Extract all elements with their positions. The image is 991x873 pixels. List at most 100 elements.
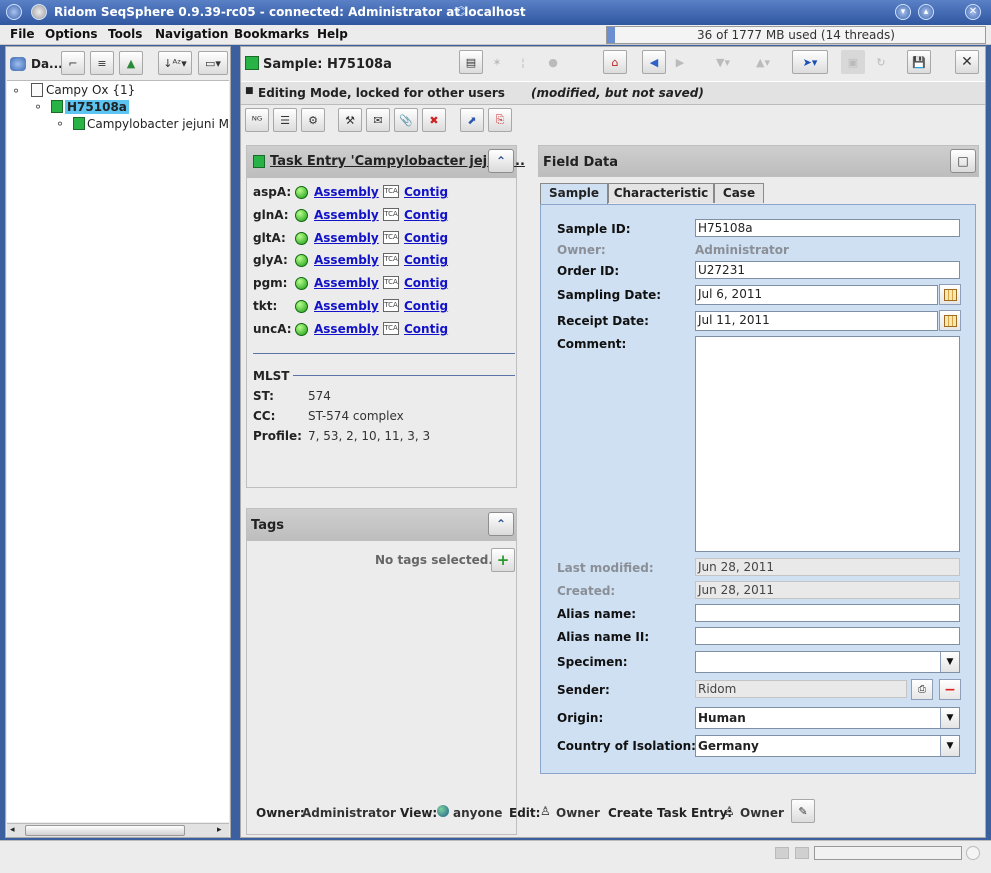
contig-file-icon: TCA	[383, 253, 399, 267]
close-editor-icon[interactable]: ✕	[955, 50, 979, 74]
scroll-left-icon[interactable]: ◂	[10, 825, 15, 835]
tree-expand-icon[interactable]: ⚬	[11, 84, 21, 98]
memory-fill	[607, 27, 615, 43]
contig-link[interactable]: Contig	[404, 299, 448, 313]
chevron-down-icon[interactable]: ▼	[940, 652, 959, 672]
close-icon[interactable]: ✕	[965, 4, 981, 20]
collapse-icon[interactable]: ⌃	[488, 149, 514, 173]
menu-tools[interactable]: Tools	[108, 27, 142, 41]
sample-icon	[245, 56, 259, 70]
export-icon[interactable]: ⬈	[460, 108, 484, 132]
back-icon[interactable]: ◀	[642, 50, 666, 74]
edit-permissions-icon[interactable]: ✎	[791, 799, 815, 823]
list-edit-icon[interactable]: ☰	[273, 108, 297, 132]
database-stack-icon[interactable]: ▲	[119, 51, 143, 75]
contig-link[interactable]: Contig	[404, 276, 448, 290]
ngs-icon[interactable]: ᴺᴳ	[245, 108, 269, 132]
assembly-link[interactable]: Assembly	[314, 276, 379, 290]
collapse-icon[interactable]: ⌃	[488, 512, 514, 536]
assembly-link[interactable]: Assembly	[314, 299, 379, 313]
comment-icon[interactable]: ✉	[366, 108, 390, 132]
sampling-date-input[interactable]: Jul 6, 2011	[695, 285, 938, 305]
tab-characteristic[interactable]: Characteristic	[608, 183, 714, 203]
tree-hscrollbar[interactable]: ◂ ▸	[7, 823, 229, 837]
cc-label: CC:	[253, 409, 276, 423]
remove-sender-icon[interactable]: −	[939, 679, 961, 700]
st-label: ST:	[253, 389, 274, 403]
assembly-link[interactable]: Assembly	[314, 185, 379, 199]
task-icon-btn[interactable]: ▤	[459, 50, 483, 74]
minimize-icon[interactable]: ▾	[895, 4, 911, 20]
alias2-input[interactable]	[695, 627, 960, 645]
pdf-icon[interactable]: ⎘	[488, 108, 512, 132]
tree-sample[interactable]: H75108a	[65, 100, 129, 114]
assembly-link[interactable]: Assembly	[314, 208, 379, 222]
task-entry-title[interactable]: Task Entry 'Campylobacter jejuni...	[270, 154, 525, 169]
sample-id-input[interactable]: H75108a	[695, 219, 960, 237]
user-icon: ♙	[724, 804, 735, 818]
origin-select[interactable]: Human ▼	[695, 707, 960, 729]
field-data-title: Field Data	[543, 155, 618, 170]
maximize-icon[interactable]: ▴	[918, 4, 934, 20]
add-tag-icon[interactable]: +	[491, 548, 515, 572]
database-tab-label[interactable]: Da...	[31, 57, 63, 71]
memory-indicator[interactable]: 36 of 1777 MB used (14 threads)	[606, 26, 986, 44]
calendar-icon[interactable]	[939, 310, 961, 331]
home-icon[interactable]: ⌂	[603, 50, 627, 74]
sort-az-icon[interactable]: ↓ᴬᶻ▾	[158, 51, 192, 75]
comment-textarea[interactable]	[695, 336, 960, 552]
tree-expand-icon[interactable]: ⚬	[55, 117, 65, 131]
attachment-icon[interactable]: 📎	[394, 108, 418, 132]
assembly-link[interactable]: Assembly	[314, 322, 379, 336]
tab-sample[interactable]: Sample	[540, 183, 608, 204]
menu-options[interactable]: Options	[45, 27, 98, 41]
tools-icon[interactable]: ⚒	[338, 108, 362, 132]
settings-icon[interactable]: ⚙	[301, 108, 325, 132]
calendar-icon[interactable]	[939, 284, 961, 305]
assembly-link[interactable]: Assembly	[314, 231, 379, 245]
contig-link[interactable]: Contig	[404, 253, 448, 267]
view-options-icon[interactable]: ▭▾	[198, 51, 228, 75]
filter-icon: ✶	[492, 55, 502, 69]
refresh-disabled-icon: ↻	[876, 55, 886, 69]
alias-input[interactable]	[695, 604, 960, 622]
contig-link[interactable]: Contig	[404, 185, 448, 199]
specimen-select[interactable]: ▼	[695, 651, 960, 673]
country-select[interactable]: Germany ▼	[695, 735, 960, 757]
menu-file[interactable]: File	[10, 27, 35, 41]
contig-link[interactable]: Contig	[404, 208, 448, 222]
order-id-label: Order ID:	[557, 264, 620, 278]
menu-navigation[interactable]: Navigation	[155, 27, 228, 41]
window-menu-icon[interactable]	[31, 4, 47, 20]
assembly-link[interactable]: Assembly	[314, 253, 379, 267]
tree-task[interactable]: Campylobacter jejuni MLST	[87, 117, 228, 131]
app-gear-icon[interactable]	[6, 4, 22, 20]
scroll-right-icon[interactable]: ▸	[217, 825, 222, 835]
task-icon	[73, 117, 85, 130]
chevron-down-icon[interactable]: ▼	[940, 708, 959, 728]
tab-case[interactable]: Case	[714, 183, 764, 203]
order-id-input[interactable]: U27231	[695, 261, 960, 279]
delete-icon[interactable]: ✖	[422, 108, 446, 132]
contig-file-icon: TCA	[383, 230, 399, 244]
chevron-down-icon[interactable]: ▼	[940, 736, 959, 756]
menu-help[interactable]: Help	[317, 27, 348, 41]
receipt-date-input[interactable]: Jul 11, 2011	[695, 311, 938, 331]
select-sender-icon[interactable]: ⎙	[911, 679, 933, 700]
save-icon[interactable]: 💾	[907, 50, 931, 74]
pipeline-icon: ¦	[521, 55, 525, 69]
task-icon	[253, 155, 265, 168]
contig-link[interactable]: Contig	[404, 231, 448, 245]
tags-empty-text: No tags selected.	[375, 553, 493, 567]
filter-list-icon[interactable]: ≡	[90, 51, 114, 75]
menu-bookmarks[interactable]: Bookmarks	[234, 27, 309, 41]
scroll-thumb[interactable]	[25, 825, 185, 836]
new-item-icon[interactable]: ⌐	[61, 51, 85, 75]
tree-root[interactable]: Campy Ox {1}	[46, 83, 135, 97]
status-ok-icon	[295, 322, 308, 336]
edit-label: Edit:	[509, 806, 541, 820]
contig-link[interactable]: Contig	[404, 322, 448, 336]
tree-expand-icon[interactable]: ⚬	[33, 100, 43, 114]
maximize-panel-icon[interactable]: □	[950, 149, 976, 173]
goto-icon[interactable]: ➤▾	[792, 50, 828, 74]
